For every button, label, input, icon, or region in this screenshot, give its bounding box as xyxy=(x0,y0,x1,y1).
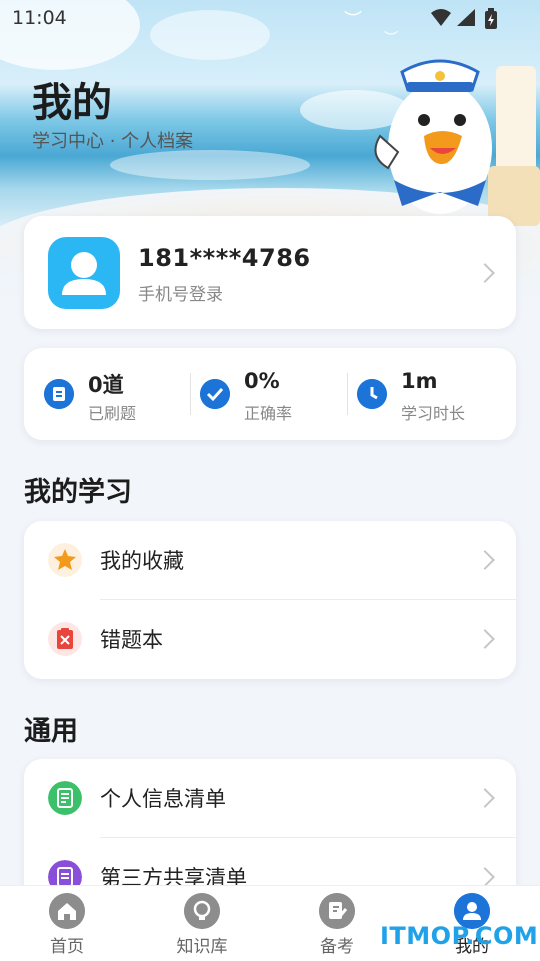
battery-icon xyxy=(485,8,497,29)
user-avatar-icon xyxy=(62,252,106,295)
notebook-edit-icon xyxy=(319,893,355,929)
clock-icon xyxy=(357,379,387,409)
chevron-right-icon xyxy=(475,788,495,808)
login-type: 手机号登录 xyxy=(138,285,223,305)
stat-label: 正确率 xyxy=(244,404,293,423)
section-title-general: 通用 xyxy=(24,716,78,747)
wifi-icon xyxy=(431,9,451,26)
stat-questions: 0道 已刷题 xyxy=(24,348,174,440)
star-icon xyxy=(48,543,82,577)
chevron-right-icon xyxy=(475,263,495,283)
stat-accuracy: 0% 正确率 xyxy=(180,348,330,440)
list-item-favorites[interactable]: 我的收藏 xyxy=(24,521,516,600)
stat-value: 1m xyxy=(401,369,438,393)
signal-icon xyxy=(457,9,475,26)
profile-card[interactable]: 181****4786 手机号登录 xyxy=(24,216,516,329)
wrong-book-icon xyxy=(48,622,82,656)
stat-study-time: 1m 学习时长 xyxy=(337,348,487,440)
chevron-right-icon xyxy=(475,867,495,887)
tab-home[interactable]: 首页 xyxy=(17,886,117,961)
home-icon xyxy=(49,893,85,929)
status-time: 11:04 xyxy=(12,7,67,29)
phone-number: 181****4786 xyxy=(138,244,311,272)
page-title: 我的 xyxy=(32,80,112,126)
avatar xyxy=(48,237,120,309)
chevron-right-icon xyxy=(475,550,495,570)
list-item-label: 个人信息清单 xyxy=(100,787,226,811)
page-subtitle: 学习中心 · 个人档案 xyxy=(32,131,194,152)
tab-exam-prep[interactable]: 备考 xyxy=(287,886,387,961)
list-item-wrong-book[interactable]: 错题本 xyxy=(24,600,516,679)
tab-knowledge[interactable]: 知识库 xyxy=(152,886,252,961)
tab-label: 首页 xyxy=(50,937,84,957)
chevron-right-icon xyxy=(475,629,495,649)
list-item-personal-info[interactable]: 个人信息清单 xyxy=(24,759,516,838)
stat-label: 已刷题 xyxy=(88,404,137,423)
tab-label: 备考 xyxy=(320,937,354,957)
stats-card: 0道 已刷题 0% 正确率 1m 学习时长 xyxy=(24,348,516,440)
list-item-label: 我的收藏 xyxy=(100,549,184,573)
check-circle-icon xyxy=(200,379,230,409)
tab-label: 知识库 xyxy=(176,937,228,957)
stat-label: 学习时长 xyxy=(401,404,466,423)
section-title-my-study: 我的学习 xyxy=(24,477,132,508)
status-bar: 11:04 xyxy=(0,0,540,38)
stat-value: 0道 xyxy=(88,373,124,397)
bulb-icon xyxy=(184,893,220,929)
watermark: ITMOP.COM xyxy=(380,922,539,950)
list-item-label: 错题本 xyxy=(100,628,163,652)
my-study-list: 我的收藏 错题本 xyxy=(24,521,516,679)
stat-value: 0% xyxy=(244,369,280,393)
document-icon xyxy=(48,781,82,815)
list-icon xyxy=(44,379,74,409)
seagull-mascot-illustration xyxy=(374,59,540,226)
